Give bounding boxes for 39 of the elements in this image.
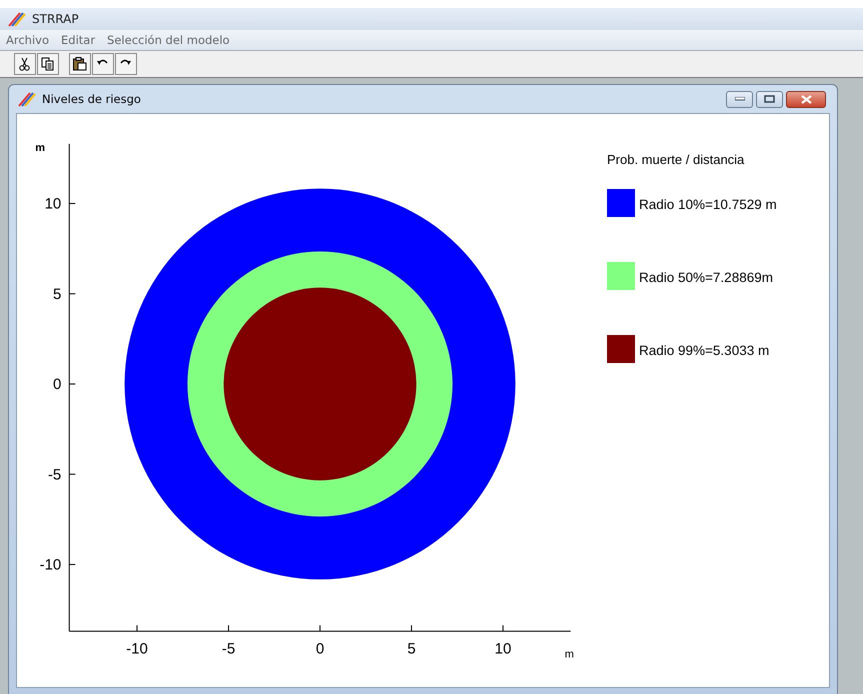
toolbar-button[interactable] xyxy=(92,53,114,75)
toolbar-button[interactable] xyxy=(69,53,91,75)
menu-item[interactable]: Selección del modelo xyxy=(107,33,230,47)
app-logo-icon xyxy=(18,91,36,107)
y-tick-label: 5 xyxy=(52,286,62,303)
x-axis-label: m xyxy=(564,648,574,660)
x-tick-label: -5 xyxy=(222,640,236,658)
maximize-button[interactable] xyxy=(756,90,783,108)
x-tick-label: 0 xyxy=(316,640,324,658)
copy-icon xyxy=(42,58,54,70)
toolbar-button[interactable] xyxy=(115,53,137,75)
close-button[interactable] xyxy=(786,90,826,108)
redo-icon xyxy=(120,60,131,65)
scissors-icon xyxy=(19,58,30,71)
y-tick-label: 10 xyxy=(44,196,62,212)
toolbar-button[interactable] xyxy=(14,53,36,75)
x-tick-label: -10 xyxy=(126,640,148,658)
close-icon xyxy=(800,94,812,104)
maximize-icon xyxy=(764,95,775,103)
y-tick-label: -5 xyxy=(48,466,62,484)
y-tick-label: -10 xyxy=(40,556,62,574)
y-tick-label: 0 xyxy=(52,376,62,393)
child-window-title: Niveles de riesgo xyxy=(42,92,142,106)
legend-label: Radio 99%=5.3033 m xyxy=(639,343,770,358)
minimize-button[interactable] xyxy=(726,90,753,108)
legend-label: Radio 50%=7.28869m xyxy=(639,270,773,285)
toolbar-button[interactable] xyxy=(37,53,59,75)
app-logo-icon xyxy=(8,11,26,27)
menu-item[interactable]: Archivo xyxy=(6,33,49,47)
legend-label: Radio 10%=10.7529 m xyxy=(639,197,777,212)
minimize-icon xyxy=(734,97,744,101)
legend-title: Prob. muerte / distancia xyxy=(607,152,744,167)
window-title: STRRAP xyxy=(32,12,79,26)
x-tick-label: 5 xyxy=(407,640,416,658)
undo-icon xyxy=(97,60,108,65)
y-axis-label: m xyxy=(35,142,46,154)
clipboard-icon xyxy=(73,57,86,70)
x-tick-label: 10 xyxy=(494,640,512,658)
menu-item[interactable]: Editar xyxy=(61,33,96,47)
